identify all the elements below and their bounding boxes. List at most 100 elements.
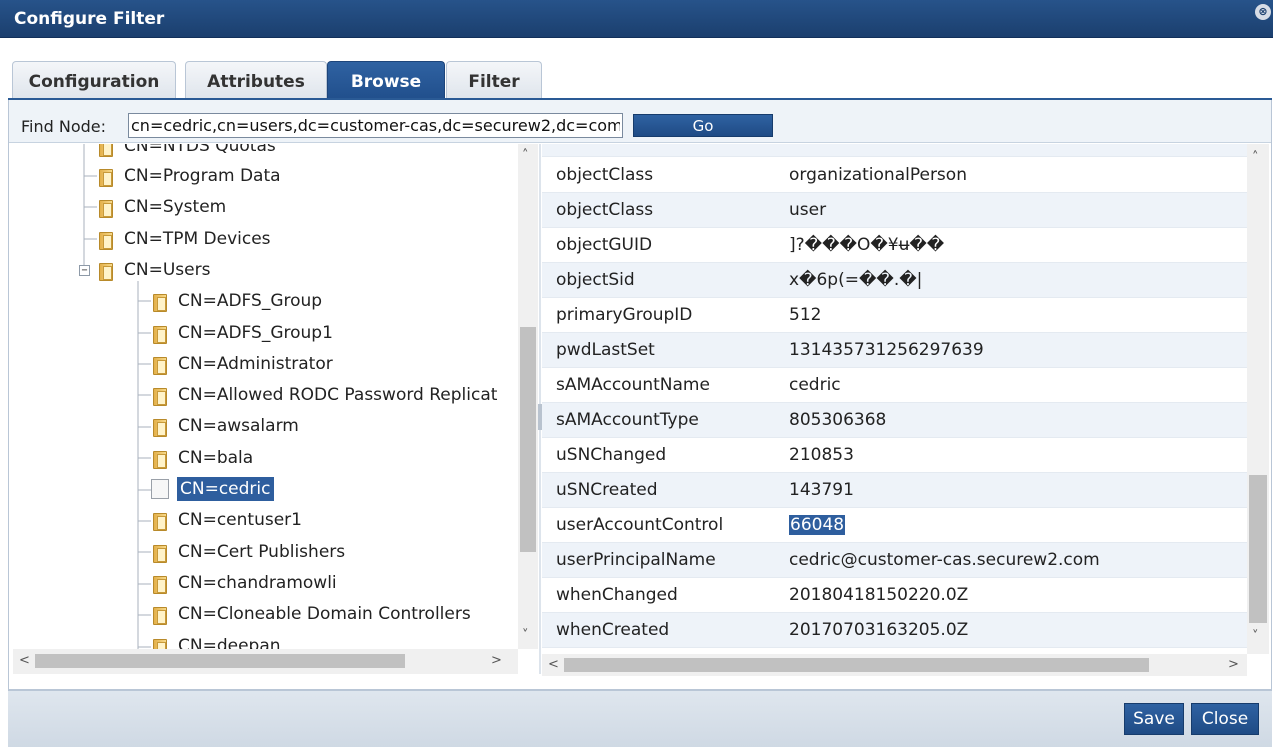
attributes-scroll-thumb[interactable] [1249, 475, 1267, 623]
document-icon [151, 479, 169, 499]
tab-browse[interactable]: Browse [327, 61, 445, 99]
tree-node-label: CN=Program Data [124, 166, 281, 186]
table-row[interactable]: userAccountControl 66048 [542, 508, 1247, 543]
table-row[interactable] [542, 144, 1247, 157]
attribute-value[interactable]: 66048 [789, 515, 846, 535]
attribute-value[interactable]: 512 [789, 305, 821, 325]
tree-node-label: CN=chandramowli [178, 572, 337, 593]
table-row[interactable]: whenChanged 20180418150220.0Z [542, 578, 1247, 613]
tree-node[interactable]: CN=System [97, 193, 229, 221]
attribute-value[interactable]: user [789, 200, 826, 220]
attribute-value[interactable]: 210853 [789, 445, 854, 465]
tree-node[interactable]: CN=Users [97, 256, 213, 284]
scroll-up-icon[interactable]: ˄ [1252, 150, 1259, 165]
tree-horizontal-scrollbar[interactable]: < > [13, 649, 518, 674]
attributes-hscroll-thumb[interactable] [564, 658, 1149, 672]
table-row[interactable]: uSNCreated 143791 [542, 473, 1247, 508]
scroll-right-icon[interactable]: > [491, 653, 502, 668]
folder-open-icon [97, 261, 113, 281]
tree-node-label: CN=TPM Devices [124, 228, 271, 249]
tree-node[interactable]: CN=Cert Publishers [151, 538, 348, 566]
tree-node[interactable]: CN=Administrator [151, 350, 336, 378]
tree-node-label: CN=bala [178, 447, 254, 468]
table-row[interactable]: whenCreated 20170703163205.0Z [542, 613, 1247, 648]
attribute-name: whenChanged [556, 585, 678, 605]
folder-icon [151, 605, 167, 626]
dialog-footer: Save Close [8, 690, 1272, 747]
dialog-titlebar: Configure Filter ⊗ [0, 0, 1273, 38]
tree-node[interactable]: CN=ADFS_Group [151, 287, 325, 315]
scroll-up-icon[interactable]: ˄ [522, 148, 529, 163]
find-node-input[interactable] [128, 113, 623, 138]
attribute-value[interactable]: 131435731256297639 [789, 340, 984, 360]
save-button[interactable]: Save [1124, 703, 1184, 735]
attributes-vertical-scrollbar[interactable]: ˄ ˅ [1247, 144, 1269, 654]
tree-hscroll-thumb[interactable] [35, 654, 405, 668]
tree-node[interactable]: CN=NTDS Quotas [97, 144, 279, 160]
tree-node-label: CN=Users [124, 259, 211, 280]
configure-filter-dialog: Configure Filter ⊗ Configuration Attribu… [0, 0, 1273, 747]
scroll-left-icon[interactable]: < [19, 653, 30, 668]
tab-configuration[interactable]: Configuration [12, 61, 176, 99]
collapse-users-icon[interactable]: − [79, 265, 90, 276]
close-button[interactable]: Close [1191, 703, 1259, 735]
attribute-table: objectClass organizationalPerson objectCla… [542, 144, 1247, 654]
table-row[interactable]: objectClass user [542, 193, 1247, 228]
tree-node[interactable]: CN=centuser1 [151, 506, 305, 534]
tree-node-label: CN=centuser1 [178, 510, 302, 531]
tree-node[interactable]: CN=Program Data [97, 162, 284, 190]
attribute-name: userAccountControl [556, 515, 724, 535]
attribute-name: pwdLastSet [556, 340, 655, 360]
tree-node[interactable]: CN=chandramowli [151, 569, 340, 597]
go-button[interactable]: Go [633, 114, 773, 137]
attribute-value[interactable]: 20170703163205.0Z [789, 620, 968, 640]
folder-icon [151, 574, 167, 594]
attribute-name: sAMAccountType [556, 410, 699, 430]
tree-vertical-scrollbar[interactable]: ˄ ˅ [518, 144, 538, 649]
folder-icon [97, 167, 113, 187]
folder-icon [151, 292, 167, 313]
attribute-value[interactable]: 805306368 [789, 410, 886, 430]
table-row[interactable]: uSNChanged 210853 [542, 438, 1247, 473]
table-row[interactable]: objectGUID ]?���O�¥ʉ�� [542, 228, 1247, 263]
tab-attributes[interactable]: Attributes [185, 61, 327, 99]
tree-node-selected[interactable]: CN=cedric [151, 475, 274, 503]
table-row[interactable]: userPrincipalName cedric@customer-cas.sec… [542, 543, 1247, 578]
tree-node[interactable]: CN=bala [151, 444, 256, 472]
attribute-name: objectGUID [556, 235, 653, 255]
tree-node[interactable]: CN=Cloneable Domain Controllers [151, 600, 474, 628]
tree-node-label: CN=Allowed RODC Password Replicat [178, 385, 498, 406]
scroll-down-icon[interactable]: ˅ [522, 628, 529, 643]
attribute-name: userPrincipalName [556, 550, 716, 570]
tree-node[interactable]: CN=awsalarm [151, 412, 302, 440]
scroll-down-icon[interactable]: ˅ [1252, 629, 1259, 644]
table-row[interactable]: primaryGroupID 512 [542, 298, 1247, 333]
close-dialog-icon[interactable]: ⊗ [1255, 4, 1271, 20]
attribute-value[interactable]: cedric [789, 375, 841, 395]
attribute-value[interactable]: cedric@customer-cas.securew2.com [789, 550, 1100, 570]
table-row[interactable]: objectSid x�6p(=��.�| [542, 263, 1247, 298]
tree-node-label: CN=Cloneable Domain Controllers [178, 604, 471, 625]
attribute-value[interactable]: ]?���O�¥ʉ�� [789, 235, 944, 255]
table-row[interactable]: sAMAccountName cedric [542, 368, 1247, 403]
folder-icon [151, 355, 167, 375]
tree-scroll-thumb[interactable] [520, 327, 536, 552]
tree-node[interactable]: CN=TPM Devices [97, 225, 274, 253]
scroll-right-icon[interactable]: > [1228, 657, 1239, 672]
folder-icon [97, 144, 113, 157]
find-node-bar: Find Node: Go [9, 100, 1271, 143]
table-row[interactable]: sAMAccountType 805306368 [542, 403, 1247, 438]
attributes-horizontal-scrollbar[interactable]: < > [542, 654, 1247, 676]
table-row[interactable]: pwdLastSet 131435731256297639 [542, 333, 1247, 368]
attribute-value[interactable]: organizationalPerson [789, 165, 967, 185]
tree-node[interactable]: CN=ADFS_Group1 [151, 319, 336, 347]
attribute-value[interactable]: 143791 [789, 480, 854, 500]
attribute-name: whenCreated [556, 620, 670, 640]
table-row[interactable]: objectClass organizationalPerson [542, 158, 1247, 193]
tree-node[interactable]: CN=Allowed RODC Password Replicat [151, 381, 500, 409]
attribute-name: sAMAccountName [556, 375, 710, 395]
attribute-value[interactable]: 20180418150220.0Z [789, 585, 968, 605]
attribute-value[interactable]: x�6p(=��.�| [789, 270, 922, 290]
scroll-left-icon[interactable]: < [548, 657, 559, 672]
tab-filter[interactable]: Filter [446, 61, 542, 99]
